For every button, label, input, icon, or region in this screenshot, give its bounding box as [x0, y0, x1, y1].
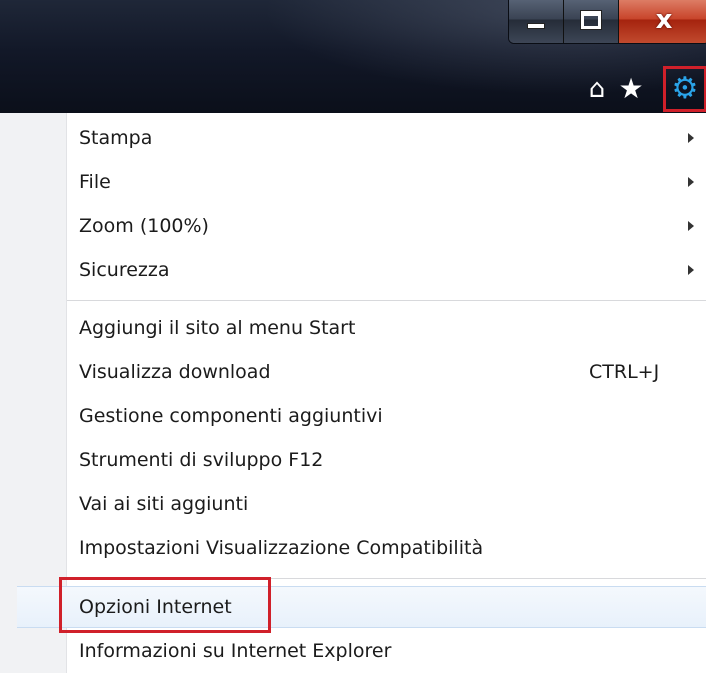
- menu-item-view-downloads[interactable]: Visualizza download CTRL+J: [67, 352, 706, 392]
- menu-item-label: Gestione componenti aggiuntivi: [79, 405, 383, 427]
- menu-item-developer-tools[interactable]: Strumenti di sviluppo F12: [67, 440, 706, 480]
- caption-buttons: x: [508, 0, 706, 44]
- menu-item-pinned-sites[interactable]: Vai ai siti aggiunti: [67, 484, 706, 524]
- menu-item-label: Strumenti di sviluppo F12: [79, 449, 324, 471]
- menu-item-label: Sicurezza: [79, 259, 170, 281]
- menu-item-about-ie[interactable]: Informazioni su Internet Explorer: [67, 631, 706, 671]
- menu-item-compatibility-view[interactable]: Impostazioni Visualizzazione Compatibili…: [67, 528, 706, 568]
- tools-button[interactable]: ⚙: [663, 66, 706, 112]
- menu-item-sicurezza[interactable]: Sicurezza: [67, 250, 706, 290]
- restore-button[interactable]: [564, 0, 619, 43]
- menu-item-file[interactable]: File: [67, 162, 706, 202]
- menu-item-manage-addons[interactable]: Gestione componenti aggiuntivi: [67, 396, 706, 436]
- submenu-arrow-icon: [688, 265, 694, 275]
- menu-item-label: Informazioni su Internet Explorer: [79, 640, 392, 662]
- internet-options-highlight: [59, 577, 271, 633]
- menu-item-label: Aggiungi il sito al menu Start: [79, 317, 356, 339]
- submenu-arrow-icon: [688, 221, 694, 231]
- menu-separator: [67, 300, 706, 302]
- menu-item-label: File: [79, 171, 111, 193]
- browser-titlebar: x ⌂ ★: [0, 0, 706, 113]
- gear-icon: ⚙: [671, 71, 699, 106]
- home-icon[interactable]: ⌂: [580, 72, 614, 106]
- menu-item-label: Visualizza download: [79, 361, 271, 383]
- menu-item-add-site-start[interactable]: Aggiungi il sito al menu Start: [67, 308, 706, 348]
- submenu-arrow-icon: [688, 177, 694, 187]
- restore-icon: [580, 10, 602, 30]
- minimize-button[interactable]: [509, 0, 564, 43]
- submenu-arrow-icon: [688, 133, 694, 143]
- menu-item-label: Zoom (100%): [79, 215, 209, 237]
- close-icon: x: [655, 5, 673, 35]
- minimize-icon: [527, 23, 545, 29]
- menu-item-shortcut: CTRL+J: [589, 361, 660, 383]
- favorites-star-icon[interactable]: ★: [614, 72, 648, 106]
- menu-item-stampa[interactable]: Stampa: [67, 118, 706, 158]
- menu-item-label: Vai ai siti aggiunti: [79, 493, 249, 515]
- menu-item-zoom[interactable]: Zoom (100%): [67, 206, 706, 246]
- command-icons: ⌂ ★: [580, 66, 648, 112]
- menu-item-label: Impostazioni Visualizzazione Compatibili…: [79, 537, 484, 559]
- close-button[interactable]: x: [619, 0, 706, 43]
- menu-item-label: Stampa: [79, 127, 153, 149]
